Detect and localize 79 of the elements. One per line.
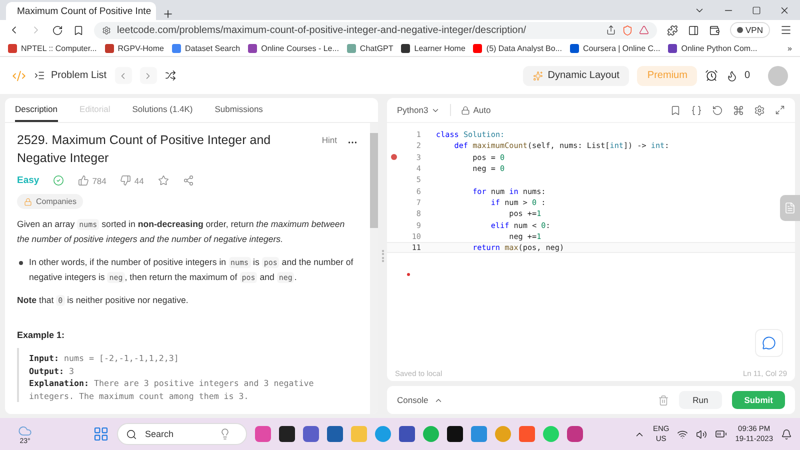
battery-icon[interactable] xyxy=(715,428,728,440)
bell-icon[interactable] xyxy=(781,428,792,440)
language-dropdown[interactable]: Python3 xyxy=(397,105,440,115)
problem-list-button[interactable]: Problem List xyxy=(34,70,107,81)
run-button[interactable]: Run xyxy=(678,391,722,409)
reset-icon[interactable] xyxy=(712,104,723,116)
menu-icon[interactable] xyxy=(780,24,792,36)
flame-icon xyxy=(726,70,738,82)
browser-tab[interactable]: Maximum Count of Positive Inte xyxy=(6,2,156,20)
vpn-button[interactable]: VPN xyxy=(730,22,770,38)
feedback-button[interactable] xyxy=(755,329,783,357)
panel-tab[interactable]: Submissions xyxy=(214,98,263,122)
maximize-icon[interactable] xyxy=(752,6,761,14)
shuffle-icon[interactable] xyxy=(164,70,176,81)
share-icon[interactable] xyxy=(606,25,616,35)
bookmark-link[interactable]: NPTEL :: Computer... xyxy=(8,44,97,52)
list-icon xyxy=(34,70,45,81)
command-icon[interactable] xyxy=(733,104,744,116)
drag-handle[interactable] xyxy=(382,250,384,262)
thumbs-down-icon xyxy=(120,175,132,186)
bookmark-link[interactable]: ChatGPT xyxy=(346,44,394,52)
panel-tab[interactable]: Description xyxy=(15,98,58,122)
shield-icon[interactable] xyxy=(622,24,633,36)
check-circle-icon xyxy=(53,175,64,186)
console-button[interactable]: Console xyxy=(397,395,444,405)
companies-tag[interactable]: Companies xyxy=(17,194,84,209)
expand-icon[interactable] xyxy=(775,105,785,115)
streak-button[interactable]: 0 xyxy=(726,70,750,82)
difficulty-label: Easy xyxy=(17,175,40,186)
search-icon xyxy=(126,428,137,440)
address-bar[interactable]: leetcode.com/problems/maximum-count-of-positive-integer-and-negative-integer/description/ xyxy=(94,22,657,38)
chat-bubble-icon xyxy=(762,336,776,350)
lightbulb-icon xyxy=(218,428,231,440)
scrollbar-thumb[interactable] xyxy=(370,133,378,228)
thumbs-up-icon xyxy=(78,175,90,186)
alarm-clock-icon[interactable] xyxy=(705,69,718,82)
search-bar[interactable]: Search xyxy=(116,423,247,445)
example-block: Input: nums = [-2,-1,-1,1,2,3] Output: 3 Explanation: There are 3 positive integers and 3 negative integers. The maximum count among them is 3. xyxy=(17,348,358,402)
triangle-icon[interactable] xyxy=(638,25,649,35)
marker-icon xyxy=(407,273,410,276)
document-icon xyxy=(784,202,796,214)
hint-button[interactable]: Hint xyxy=(322,135,337,145)
sparkles-icon xyxy=(532,70,543,80)
braces-icon[interactable] xyxy=(691,104,702,116)
sidebar-icon[interactable] xyxy=(688,24,699,36)
bookmark-link[interactable]: Online Courses - Le... xyxy=(248,44,339,52)
close-icon[interactable] xyxy=(779,4,790,16)
problem-title: 2529. Maximum Count of Positive Integer and Negative Integer xyxy=(17,132,272,167)
bookmark-link[interactable]: Learner Home xyxy=(401,44,466,52)
bookmark-link[interactable]: (5) Data Analyst Bo... xyxy=(473,44,562,52)
breakpoint-icon[interactable] xyxy=(391,154,397,160)
like-button[interactable]: 784 xyxy=(78,175,106,186)
lock-icon xyxy=(461,106,470,114)
bullet-icon xyxy=(19,261,23,265)
more-bookmarks-button[interactable]: » xyxy=(788,44,792,52)
bookmark-link[interactable]: Coursera | Online C... xyxy=(570,44,660,52)
wallet-icon[interactable] xyxy=(708,24,720,36)
extensions-icon[interactable] xyxy=(666,24,678,36)
windows-logo-icon[interactable] xyxy=(92,426,109,442)
panel-tab[interactable]: Solutions (1.4K) xyxy=(132,98,193,122)
settings-icon[interactable] xyxy=(754,104,765,116)
bookmark-icon[interactable] xyxy=(73,24,84,36)
site-settings-icon xyxy=(102,26,111,34)
weather-icon xyxy=(18,424,32,438)
example-title: Example 1: xyxy=(17,330,66,340)
star-icon[interactable] xyxy=(158,175,169,186)
wifi-icon[interactable] xyxy=(677,428,688,440)
new-tab-icon[interactable] xyxy=(162,8,174,20)
search-field[interactable]: Search xyxy=(142,428,213,440)
bookmark-link[interactable]: RGPV-Home xyxy=(104,44,164,52)
volume-icon[interactable] xyxy=(696,428,708,440)
dynamic-layout-button[interactable]: Dynamic Layout xyxy=(522,66,630,86)
bookmark-link[interactable]: Dataset Search xyxy=(172,44,240,52)
app-icon[interactable] xyxy=(398,426,415,442)
auto-mode-button[interactable]: Auto xyxy=(461,105,491,115)
reload-icon[interactable] xyxy=(52,24,63,36)
lock-icon xyxy=(24,198,32,206)
bookmark-link[interactable]: Online Python Com... xyxy=(668,44,758,52)
dislike-button[interactable]: 44 xyxy=(120,175,144,186)
